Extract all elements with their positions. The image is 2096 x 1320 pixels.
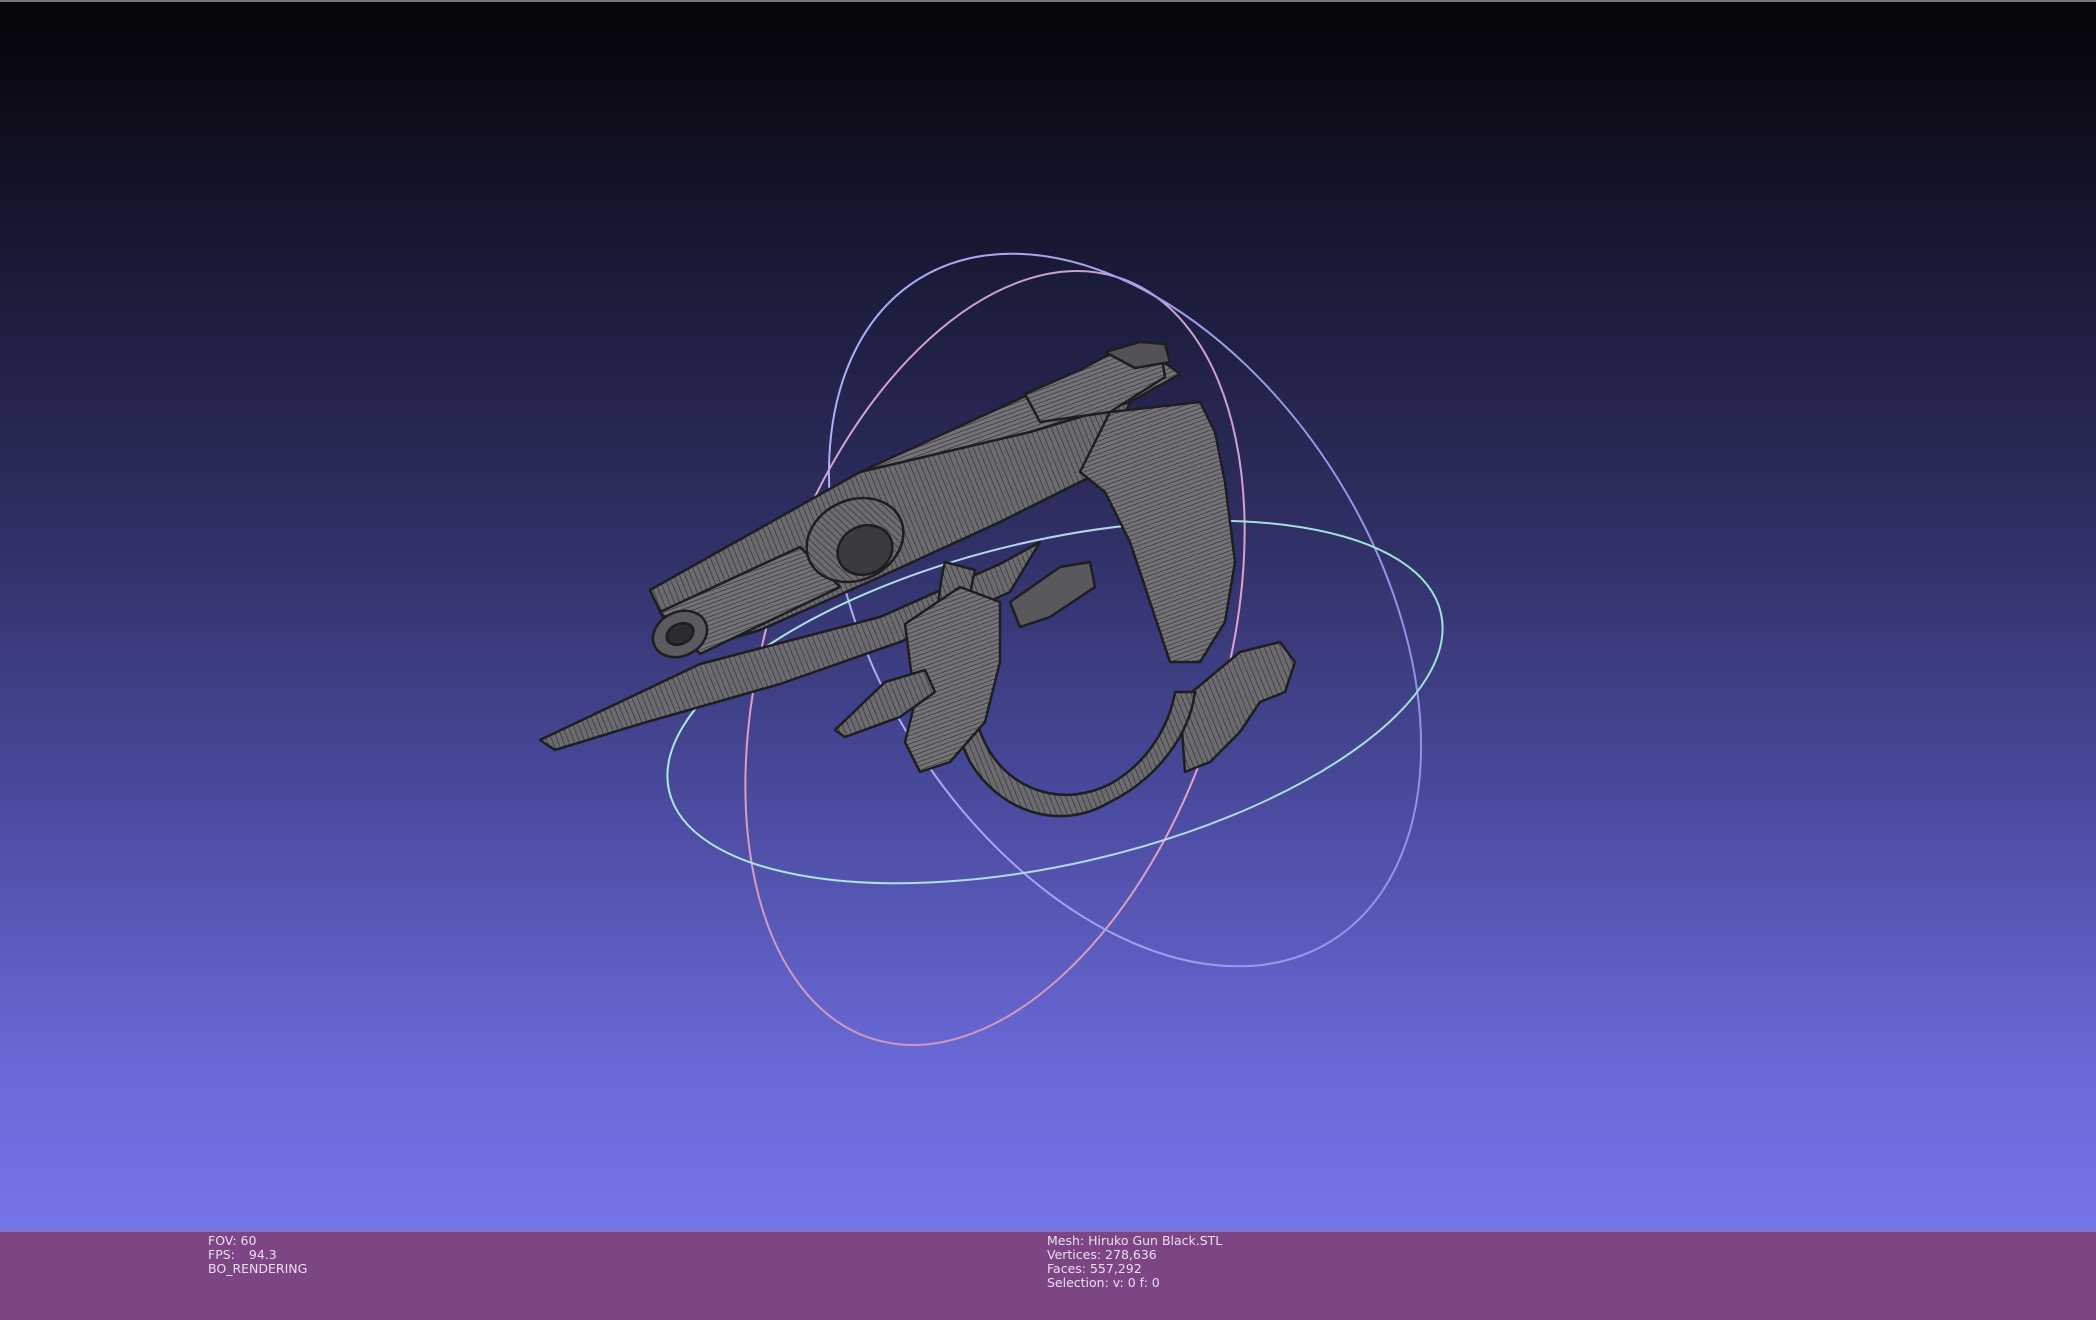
faces-readout: Faces: 557,292 (1047, 1261, 1142, 1276)
fov-readout: FOV: 60 (208, 1233, 257, 1248)
render-info-panel: FOV: 60 FPS: 94.3 BO_RENDERING (208, 1234, 307, 1276)
hiruko-gun-mesh[interactable] (538, 340, 1297, 818)
gun-grip (1078, 400, 1237, 664)
vertices-readout: Vertices: 278,636 (1047, 1247, 1157, 1262)
fps-label: FPS: (208, 1247, 235, 1262)
scene-canvas[interactable] (0, 2, 2096, 1231)
fps-readout: FPS: 94.3 (208, 1248, 307, 1262)
mesh-info-panel: Mesh: Hiruko Gun Black.STL Vertices: 278… (1047, 1234, 1222, 1290)
fps-value: 94.3 (248, 1247, 277, 1262)
3d-viewport[interactable] (0, 0, 2096, 1231)
mesh-name-readout: Mesh: Hiruko Gun Black.STL (1047, 1233, 1223, 1248)
render-mode-readout: BO_RENDERING (208, 1261, 308, 1276)
trackball-gizmo[interactable] (633, 147, 1544, 1109)
selection-readout: Selection: v: 0 f: 0 (1047, 1275, 1160, 1290)
